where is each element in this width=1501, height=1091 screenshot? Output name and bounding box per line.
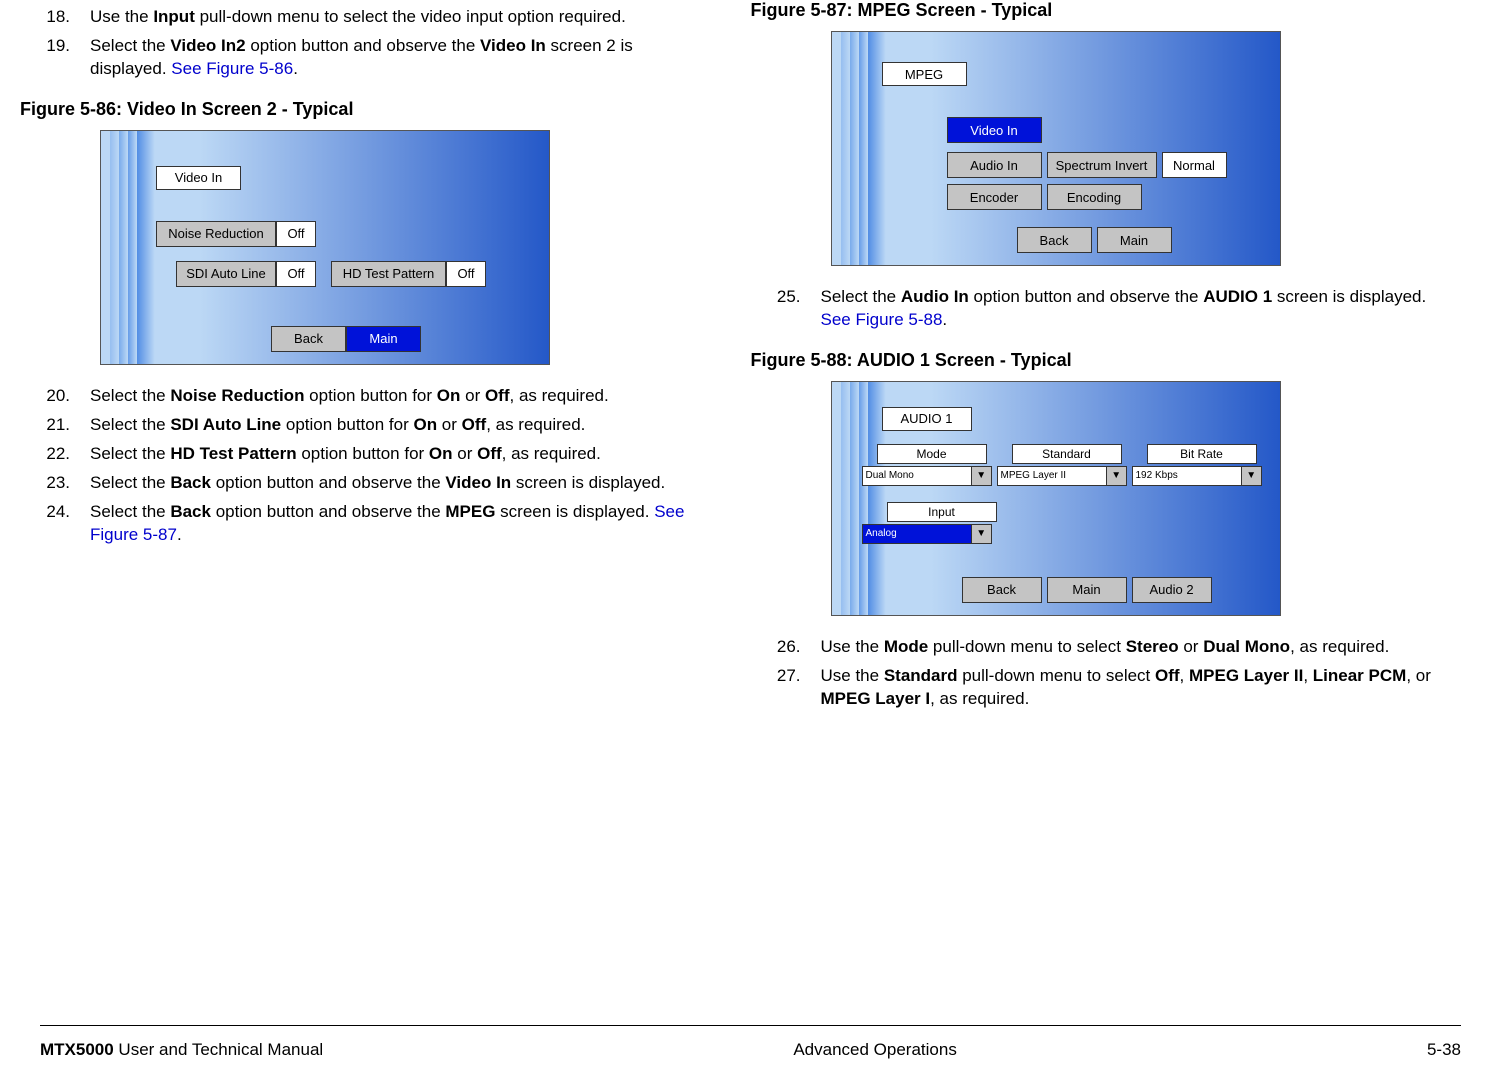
encoder-button[interactable]: Encoder [947, 184, 1042, 210]
figure-5-86-title: Figure 5-86: Video In Screen 2 - Typical [20, 99, 711, 120]
footer-center: Advanced Operations [793, 1040, 957, 1060]
footer: MTX5000 User and Technical Manual Advanc… [40, 1040, 1461, 1060]
chevron-down-icon: ▼ [1106, 467, 1126, 485]
steps-26-27: 26. Use the Mode pull-down menu to selec… [751, 636, 1442, 711]
video-in-tab[interactable]: Video In [156, 166, 241, 190]
standard-label: Standard [1012, 444, 1122, 464]
input-label: Input [887, 502, 997, 522]
steps-20-24: 20. Select the Noise Reduction option bu… [20, 385, 711, 547]
main-button[interactable]: Main [346, 326, 421, 352]
main-button-87[interactable]: Main [1097, 227, 1172, 253]
mpeg-tab[interactable]: MPEG [882, 62, 967, 86]
sdi-auto-line-button[interactable]: SDI Auto Line [176, 261, 276, 287]
figure-5-88: AUDIO 1 Mode Standard Bit Rate Dual Mono… [831, 381, 1281, 616]
spectrum-state: Normal [1162, 152, 1227, 178]
spectrum-invert-button[interactable]: Spectrum Invert [1047, 152, 1157, 178]
figure-5-87: MPEG Video In Audio In Spectrum Invert N… [831, 31, 1281, 266]
step-19: 19. Select the Video In2 option button a… [20, 35, 711, 81]
steps-18-19: 18. Use the Input pull-down menu to sele… [20, 6, 711, 81]
standard-dropdown[interactable]: MPEG Layer II ▼ [997, 466, 1127, 486]
input-dropdown[interactable]: Analog ▼ [862, 524, 992, 544]
bitrate-dropdown[interactable]: 192 Kbps ▼ [1132, 466, 1262, 486]
chevron-down-icon: ▼ [971, 525, 991, 543]
noise-reduction-state: Off [276, 221, 316, 247]
chevron-down-icon: ▼ [971, 467, 991, 485]
audio2-button[interactable]: Audio 2 [1132, 577, 1212, 603]
step-21: 21. Select the SDI Auto Line option butt… [20, 414, 711, 437]
footer-right: 5-38 [1427, 1040, 1461, 1060]
step-25: 25. Select the Audio In option button an… [751, 286, 1442, 332]
figure-5-88-title: Figure 5-88: AUDIO 1 Screen - Typical [751, 350, 1442, 371]
audio1-tab[interactable]: AUDIO 1 [882, 407, 972, 431]
noise-reduction-button[interactable]: Noise Reduction [156, 221, 276, 247]
mode-dropdown[interactable]: Dual Mono ▼ [862, 466, 992, 486]
chevron-down-icon: ▼ [1241, 467, 1261, 485]
bitrate-label: Bit Rate [1147, 444, 1257, 464]
audio-in-button[interactable]: Audio In [947, 152, 1042, 178]
mode-label: Mode [877, 444, 987, 464]
page: 18. Use the Input pull-down menu to sele… [0, 0, 1501, 1020]
footer-rule [40, 1025, 1461, 1026]
step-23: 23. Select the Back option button and ob… [20, 472, 711, 495]
back-button[interactable]: Back [271, 326, 346, 352]
sdi-state: Off [276, 261, 316, 287]
step-26: 26. Use the Mode pull-down menu to selec… [751, 636, 1442, 659]
encoding-button[interactable]: Encoding [1047, 184, 1142, 210]
step-18: 18. Use the Input pull-down menu to sele… [20, 6, 711, 29]
step-20: 20. Select the Noise Reduction option bu… [20, 385, 711, 408]
figure-5-86: Video In Noise Reduction Off SDI Auto Li… [100, 130, 550, 365]
hd-test-pattern-button[interactable]: HD Test Pattern [331, 261, 446, 287]
step-27: 27. Use the Standard pull-down menu to s… [751, 665, 1442, 711]
footer-left: MTX5000 User and Technical Manual [40, 1040, 323, 1060]
right-column: Figure 5-87: MPEG Screen - Typical MPEG … [731, 0, 1462, 1000]
left-column: 18. Use the Input pull-down menu to sele… [0, 0, 731, 1000]
step-24: 24. Select the Back option button and ob… [20, 501, 711, 547]
video-in-button[interactable]: Video In [947, 117, 1042, 143]
figure-5-87-title: Figure 5-87: MPEG Screen - Typical [751, 0, 1442, 21]
hdtest-state: Off [446, 261, 486, 287]
back-button-88[interactable]: Back [962, 577, 1042, 603]
steps-25: 25. Select the Audio In option button an… [751, 286, 1442, 332]
back-button-87[interactable]: Back [1017, 227, 1092, 253]
main-button-88[interactable]: Main [1047, 577, 1127, 603]
step-22: 22. Select the HD Test Pattern option bu… [20, 443, 711, 466]
